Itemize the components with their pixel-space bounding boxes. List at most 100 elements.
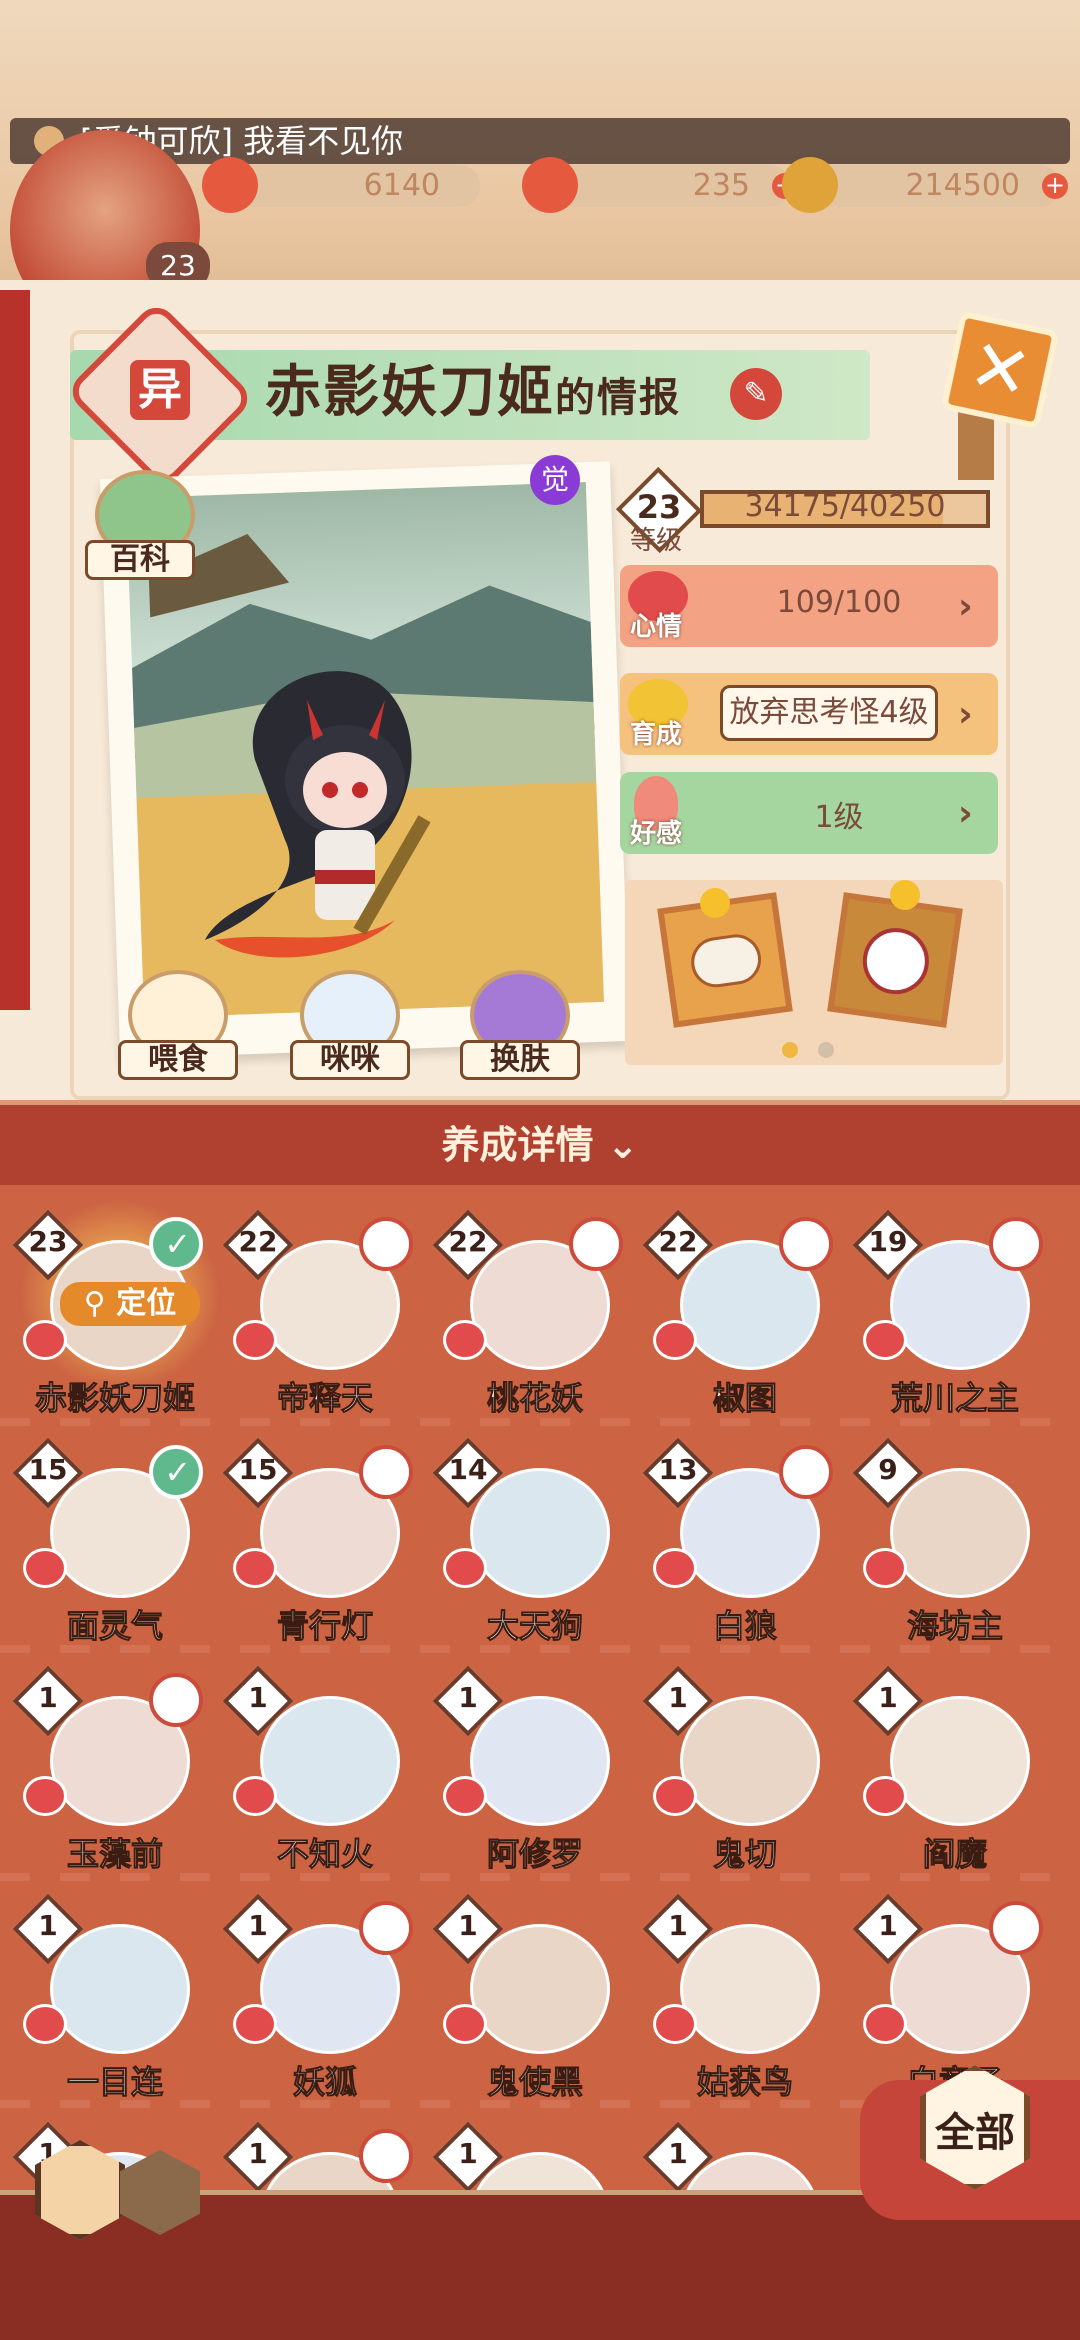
- row-divider: [0, 1418, 1080, 1426]
- character-name: 妖狐: [292, 2063, 357, 2102]
- character-name: 玉藻前: [66, 1835, 163, 1874]
- character-cell[interactable]: 14 大天狗: [432, 1437, 635, 1646]
- favor-value: 1级: [814, 800, 864, 835]
- character-cell[interactable]: 1白童子: [852, 1893, 1055, 2102]
- resource-gold-coin[interactable]: 214500 +: [782, 157, 1068, 213]
- character-level: 1: [668, 1681, 688, 1714]
- character-name: 阎魔: [922, 1835, 987, 1874]
- close-button[interactable]: ✕: [940, 310, 1060, 430]
- awaken-badge: 觉: [530, 455, 580, 505]
- character-name: 阿修罗: [486, 1835, 583, 1874]
- heart-icon: [233, 1776, 277, 1816]
- character-level: 22: [658, 1225, 698, 1258]
- character-cell[interactable]: 1 阿修罗: [432, 1665, 635, 1874]
- growth-row[interactable]: 育成 放弃思考怪4级 ›: [620, 673, 998, 755]
- details-toggle[interactable]: 养成详情 ⌄: [0, 1105, 1080, 1185]
- level-label: 等级: [630, 526, 683, 556]
- rarity-badge: 异: [130, 360, 190, 420]
- change-skin-button[interactable]: 换肤: [460, 970, 580, 1080]
- heart-icon: [23, 1776, 67, 1816]
- character-cell[interactable]: 1 鬼使黑: [432, 1893, 635, 2102]
- character-cell[interactable]: 15 面灵气 ✓: [12, 1437, 215, 1646]
- character-cell[interactable]: 19 荒川之主: [852, 1209, 1055, 1418]
- activity-badge-icon: [989, 1901, 1043, 1955]
- exp-text: 34175/40250: [744, 489, 946, 524]
- title-suffix: 的情报: [555, 375, 681, 421]
- favor-label: 好感: [630, 819, 683, 849]
- character-name: 白狼: [712, 1607, 777, 1646]
- character-cell[interactable]: 22 帝释天: [222, 1209, 425, 1418]
- milk-button[interactable]: 咪咪: [290, 970, 410, 1080]
- resource-red-crystal[interactable]: 6140: [202, 157, 480, 213]
- edit-pencil-icon[interactable]: ✎: [730, 368, 782, 420]
- page-dot-active[interactable]: [782, 1042, 798, 1058]
- activity-badge-icon: [569, 1217, 623, 1271]
- character-name: 赤影妖刀姬: [265, 360, 555, 425]
- chevron-right-icon: ›: [958, 694, 973, 735]
- character-level: 15: [28, 1453, 68, 1486]
- heart-icon: [443, 1320, 487, 1360]
- resource-value: 6140: [363, 168, 440, 203]
- heart-icon: [233, 1320, 277, 1360]
- page-dot[interactable]: [818, 1042, 834, 1058]
- character-cell[interactable]: 13 白狼: [642, 1437, 845, 1646]
- activity-badge-icon: [359, 1445, 413, 1499]
- mood-value: 109/100: [776, 585, 902, 620]
- activity-badge-icon: [779, 1445, 833, 1499]
- check-mark-icon: ✓: [164, 1225, 191, 1263]
- character-level: 1: [38, 1681, 58, 1714]
- feed-button[interactable]: 喂食: [118, 970, 238, 1080]
- details-label: 养成详情: [441, 1123, 594, 1167]
- character-level: 23: [28, 1225, 68, 1258]
- heart-icon: [443, 2004, 487, 2044]
- character-name: 面灵气: [66, 1607, 163, 1646]
- character-cell[interactable]: 1 姑获鸟: [642, 1893, 845, 2102]
- favorite-item-card[interactable]: [827, 892, 963, 1028]
- character-level: 1: [248, 1681, 268, 1714]
- character-cell[interactable]: 1 不知火: [222, 1665, 425, 1874]
- heart-icon: [863, 2004, 907, 2044]
- activity-badge-icon: [359, 1901, 413, 1955]
- favor-row[interactable]: 好感 1级 ›: [620, 772, 998, 854]
- character-cell[interactable]: 1 鬼切: [642, 1665, 845, 1874]
- activity-badge-icon: [149, 1673, 203, 1727]
- chevron-right-icon: ›: [958, 793, 973, 834]
- character-name: 不知火: [276, 1835, 373, 1874]
- heart-icon: [653, 1776, 697, 1816]
- wiki-label: 百科: [85, 540, 195, 580]
- character-level: 1: [458, 1681, 478, 1714]
- plus-icon[interactable]: +: [1042, 173, 1068, 199]
- heart-icon: [23, 2004, 67, 2044]
- character-sprite[interactable]: [195, 640, 495, 980]
- heart-icon: [863, 1776, 907, 1816]
- character-cell[interactable]: 1 玉藻前: [12, 1665, 215, 1874]
- heart-icon: [653, 1548, 697, 1588]
- character-name: 赤影妖刀姬: [34, 1379, 195, 1418]
- sushi-icon: [687, 931, 765, 991]
- character-level: 13: [658, 1453, 698, 1486]
- smile-pin-icon: [890, 880, 920, 910]
- character-cell[interactable]: 1 一目连: [12, 1893, 215, 2102]
- skin-label: 换肤: [460, 1040, 580, 1080]
- character-cell[interactable]: 15 青行灯: [222, 1437, 425, 1646]
- character-cell[interactable]: 1 阎魔: [852, 1665, 1055, 1874]
- character-cell[interactable]: 1 妖狐: [222, 1893, 425, 2102]
- spirit-orb-icon: [522, 157, 578, 213]
- character-cell[interactable]: 9 海坊主: [852, 1437, 1055, 1646]
- character-name: 桃花妖: [486, 1379, 583, 1418]
- mood-row[interactable]: 心情 109/100 ›: [620, 565, 998, 647]
- check-mark-icon: ✓: [164, 1453, 191, 1491]
- character-name: 一目连: [66, 2063, 163, 2102]
- character-level: 19: [868, 1225, 908, 1258]
- heart-icon: [653, 2004, 697, 2044]
- activity-badge-icon: [359, 2129, 413, 2183]
- character-level: 1: [878, 1909, 898, 1942]
- growth-label: 育成: [630, 720, 683, 750]
- heart-icon: [443, 1776, 487, 1816]
- character-cell[interactable]: 22 椒图: [642, 1209, 845, 1418]
- wiki-button[interactable]: 百科: [85, 470, 195, 580]
- gold-coin-icon: [782, 157, 838, 213]
- character-cell[interactable]: 22 桃花妖: [432, 1209, 635, 1418]
- locate-button[interactable]: ⚲ 定位: [60, 1282, 200, 1326]
- resource-spirit-orb[interactable]: 235 +: [522, 157, 798, 213]
